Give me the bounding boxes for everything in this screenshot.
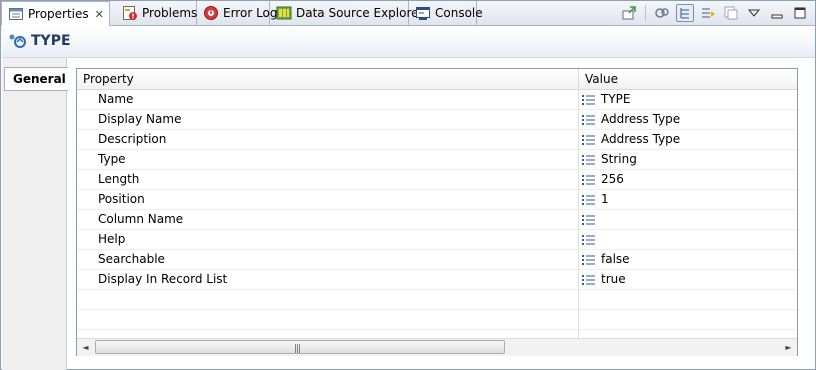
tab-label: Problems <box>142 6 198 20</box>
property-value: TYPE <box>601 92 631 106</box>
section-tab-general[interactable]: General <box>4 67 68 91</box>
view-toolbar <box>620 4 809 22</box>
property-name: Display Name <box>98 112 182 126</box>
table-row[interactable]: Help <box>77 230 797 250</box>
property-name: Description <box>98 132 167 146</box>
property-value: false <box>601 252 630 266</box>
list-value-icon <box>582 174 595 185</box>
tab-properties[interactable]: Properties ✕ <box>1 1 110 26</box>
property-value-cell[interactable]: false <box>578 250 797 269</box>
column-header-value[interactable]: Value <box>578 69 618 89</box>
table-body: Name TYPE Display Name Address Type Desc… <box>77 90 797 338</box>
list-value-icon <box>582 154 595 165</box>
table-row[interactable]: Searchable false <box>77 250 797 270</box>
scroll-right-icon[interactable]: ► <box>780 339 797 356</box>
attribute-icon <box>8 33 28 49</box>
list-value-icon <box>582 134 595 145</box>
property-value: Address Type <box>601 132 681 146</box>
property-name: Name <box>98 92 134 106</box>
tab-label: Console <box>435 6 483 20</box>
property-value-cell[interactable]: 256 <box>578 170 797 189</box>
property-value-cell[interactable]: String <box>578 150 797 169</box>
toolbar-separator <box>645 5 646 21</box>
table-row[interactable]: Name TYPE <box>77 90 797 110</box>
table-row[interactable]: Display In Record List true <box>77 270 797 290</box>
property-value: 1 <box>601 192 609 206</box>
tab-error-log[interactable]: Error Log <box>197 1 278 25</box>
restore-default-icon[interactable] <box>699 4 717 22</box>
property-value-cell[interactable]: true <box>578 270 797 289</box>
property-value-cell[interactable]: 1 <box>578 190 797 209</box>
pin-icon[interactable] <box>620 4 638 22</box>
properties-title-bar: TYPE <box>2 26 815 58</box>
empty-row <box>77 290 797 310</box>
show-categories-icon[interactable] <box>676 4 694 22</box>
scrollbar-thumb[interactable]: ||| <box>95 340 505 354</box>
property-value-cell[interactable]: Address Type <box>578 110 797 129</box>
column-divider <box>578 90 579 338</box>
property-name: Column Name <box>98 212 184 226</box>
tab-label: Data Source Explorer <box>296 6 424 20</box>
table-row[interactable]: Type String <box>77 150 797 170</box>
empty-row <box>77 310 797 330</box>
tab-problems[interactable]: Problems <box>116 1 197 25</box>
properties-view: Properties ✕ Problems Error Log Data Sou… <box>0 0 816 370</box>
close-icon[interactable]: ✕ <box>95 8 104 21</box>
table-row[interactable]: Length 256 <box>77 170 797 190</box>
tab-data-source-explorer[interactable]: Data Source Explorer <box>270 1 423 25</box>
page-title: TYPE <box>31 33 71 49</box>
list-value-icon <box>582 94 595 105</box>
scroll-left-icon[interactable]: ◄ <box>77 339 94 356</box>
console-icon <box>415 5 431 21</box>
list-value-icon <box>582 114 595 125</box>
view-menu-icon[interactable] <box>745 4 763 22</box>
property-name: Help <box>98 232 126 246</box>
maximize-icon[interactable] <box>791 4 809 22</box>
property-value: true <box>601 272 626 286</box>
filter-advanced-icon[interactable] <box>653 4 671 22</box>
tab-label: Properties <box>28 7 89 21</box>
table-row[interactable]: Description Address Type <box>77 130 797 150</box>
property-value-cell[interactable] <box>578 230 797 249</box>
problems-icon <box>122 5 138 21</box>
list-value-icon <box>582 234 595 245</box>
tab-console[interactable]: Console <box>409 1 483 25</box>
property-name: Position <box>98 192 145 206</box>
list-value-icon <box>582 194 595 205</box>
property-value: Address Type <box>601 112 681 126</box>
copy-icon[interactable] <box>722 4 740 22</box>
properties-sections: General <box>2 58 68 370</box>
column-header-property[interactable]: Property <box>77 69 134 89</box>
property-name: Type <box>98 152 126 166</box>
property-value-cell[interactable] <box>578 210 797 229</box>
table-row[interactable]: Column Name <box>77 210 797 230</box>
table-row[interactable]: Display Name Address Type <box>77 110 797 130</box>
property-value: String <box>601 152 637 166</box>
property-name: Length <box>98 172 140 186</box>
horizontal-scrollbar[interactable]: ◄ ||| ► <box>77 338 797 356</box>
list-value-icon <box>582 274 595 285</box>
property-value-cell[interactable]: TYPE <box>578 90 797 109</box>
property-value-cell[interactable]: Address Type <box>578 130 797 149</box>
properties-icon <box>8 6 24 22</box>
property-value: 256 <box>601 172 624 186</box>
list-value-icon <box>582 254 595 265</box>
list-value-icon <box>582 214 595 225</box>
table-row[interactable]: Position 1 <box>77 190 797 210</box>
table-header: Property Value <box>77 69 797 90</box>
data-source-explorer-icon <box>276 5 292 21</box>
scrollbar-grip: ||| <box>294 344 301 354</box>
error-log-icon <box>203 5 219 21</box>
property-name: Searchable <box>98 252 165 266</box>
property-table: Property Value Name TYPE Display Name Ad… <box>76 68 798 356</box>
property-name: Display In Record List <box>98 272 228 286</box>
minimize-icon[interactable] <box>768 4 786 22</box>
view-tab-bar: Properties ✕ Problems Error Log Data Sou… <box>1 1 815 26</box>
